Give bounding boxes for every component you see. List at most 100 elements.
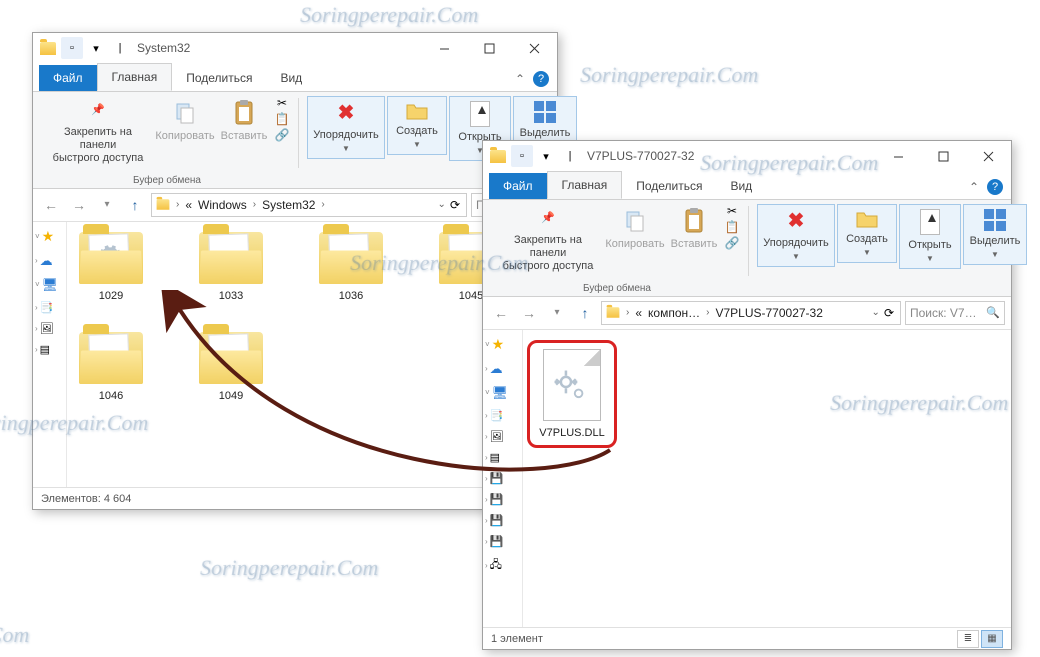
crumb-segment[interactable]: System32 (260, 198, 317, 212)
sidebar-item-thispc[interactable]: ˅🖥 (35, 277, 64, 293)
pin-quickaccess-button[interactable]: 📌 Закрепить на панели быстрого доступа (43, 96, 153, 170)
sidebar-item-network[interactable]: ›🖧 (485, 556, 520, 575)
sidebar-item-quickaccess[interactable]: ˅★ (485, 336, 520, 353)
chevron-right-icon[interactable]: › (704, 307, 711, 318)
tab-file[interactable]: Файл (489, 173, 547, 199)
sidebar-item-quickaccess[interactable]: ˅★ (35, 228, 64, 245)
recent-locations-button[interactable]: ▾ (545, 301, 569, 325)
forward-button[interactable]: → (517, 301, 541, 325)
copy-button[interactable]: Копировать (605, 204, 665, 255)
sidebar-item[interactable]: ›📑 (485, 409, 520, 422)
monitor-icon: 🖥 (42, 277, 59, 293)
view-large-icons-icon[interactable]: ▦ (981, 630, 1003, 648)
dropdown-icon[interactable]: ⌄ (438, 199, 446, 210)
folder-item[interactable]: 1033 (191, 232, 271, 302)
chevron-right-icon[interactable]: › (624, 307, 631, 318)
crumb-segment[interactable]: « (633, 306, 644, 320)
up-button[interactable]: ↑ (573, 301, 597, 325)
chevron-right-icon[interactable]: › (251, 199, 258, 210)
sidebar-item[interactable]: ›🖼 (35, 322, 64, 335)
open-button[interactable]: Открыть▼ (899, 204, 961, 269)
tab-share[interactable]: Поделиться (172, 65, 266, 91)
navigation-pane[interactable]: ˅★ ›☁ ˅🖥 ›📑 ›🖼 ›▤ (33, 222, 67, 487)
sidebar-item-thispc[interactable]: ˅🖥 (485, 385, 520, 401)
crumb-segment[interactable]: Windows (196, 198, 249, 212)
help-icon[interactable]: ? (987, 179, 1003, 195)
sidebar-item[interactable]: ›🖼 (485, 430, 520, 443)
crumb-segment[interactable]: компон… (646, 306, 702, 320)
properties-icon[interactable]: ▫ (511, 145, 533, 167)
folder-item[interactable]: 1046 (71, 332, 151, 402)
back-button[interactable]: ← (39, 193, 63, 217)
view-details-icon[interactable]: ≣ (957, 630, 979, 648)
copy-path-icon[interactable]: 📋 (723, 220, 741, 234)
up-button[interactable]: ↑ (123, 193, 147, 217)
crumb-segment[interactable]: V7PLUS-770027-32 (713, 306, 824, 320)
copy-button[interactable]: Копировать (155, 96, 215, 147)
tab-view[interactable]: Вид (266, 65, 316, 91)
sidebar-item[interactable]: ›💾 (485, 535, 520, 548)
help-icon[interactable]: ? (533, 71, 549, 87)
folder-item[interactable]: 1029 (71, 232, 151, 302)
folder-item[interactable]: 1036 (311, 232, 391, 302)
cut-icon[interactable]: ✂ (273, 96, 291, 110)
paste-shortcut-icon[interactable]: 🔗 (273, 128, 291, 142)
titlebar[interactable]: ▫ ▾ | V7PLUS-770027-32 (483, 141, 1011, 171)
file-item-v7plus-dll[interactable]: V7PLUS.DLL (527, 340, 617, 448)
tab-file[interactable]: Файл (39, 65, 97, 91)
sidebar-item-onedrive[interactable]: ›☁ (35, 253, 64, 269)
sidebar-item[interactable]: ›▤ (35, 343, 64, 356)
sidebar-item[interactable]: ›💾 (485, 493, 520, 506)
new-button[interactable]: Создать▼ (387, 96, 447, 155)
sidebar-item[interactable]: ›▤ (485, 451, 520, 464)
paste-shortcut-icon[interactable]: 🔗 (723, 236, 741, 250)
status-bar: 1 элемент ≣ ▦ (483, 627, 1011, 649)
paste-button[interactable]: Вставить (667, 204, 721, 255)
tab-share[interactable]: Поделиться (622, 173, 716, 199)
minimize-button[interactable] (422, 34, 467, 62)
folder-icon (154, 198, 172, 211)
forward-button[interactable]: → (67, 193, 91, 217)
refresh-icon[interactable]: ⟳ (450, 198, 460, 212)
copy-path-icon[interactable]: 📋 (273, 112, 291, 126)
close-button[interactable] (966, 142, 1011, 170)
tab-home[interactable]: Главная (97, 63, 173, 91)
folder-item[interactable]: 1049 (191, 332, 271, 402)
breadcrumb[interactable]: › « Windows › System32 › ⌄ ⟳ (151, 193, 467, 217)
sidebar-item-onedrive[interactable]: ›☁ (485, 361, 520, 377)
ribbon-collapse-icon[interactable]: ⌃ (969, 180, 979, 194)
titlebar[interactable]: ▫ ▾ | System32 (33, 33, 557, 63)
navigation-pane[interactable]: ˅★ ›☁ ˅🖥 ›📑 ›🖼 ›▤ ›💾 ›💾 ›💾 ›💾 ›🖧 (483, 330, 523, 627)
organize-button[interactable]: ✖ Упорядочить▼ (757, 204, 835, 267)
new-button[interactable]: Создать▼ (837, 204, 897, 263)
chevron-right-icon[interactable]: › (319, 199, 326, 210)
search-input[interactable]: Поиск: V7…🔍 (905, 301, 1005, 325)
pin-quickaccess-button[interactable]: 📌 Закрепить на панели быстрого доступа (493, 204, 603, 278)
crumb-segment[interactable]: « (183, 198, 194, 212)
file-list[interactable]: V7PLUS.DLL (523, 330, 1011, 627)
sidebar-item[interactable]: ›💾 (485, 472, 520, 485)
refresh-icon[interactable]: ⟳ (884, 306, 894, 320)
sidebar-item[interactable]: ›📑 (35, 301, 64, 314)
chevron-right-icon[interactable]: › (174, 199, 181, 210)
breadcrumb[interactable]: › « компон… › V7PLUS-770027-32 ⌄ ⟳ (601, 301, 901, 325)
organize-button[interactable]: ✖ Упорядочить▼ (307, 96, 385, 159)
tab-home[interactable]: Главная (547, 171, 623, 199)
paste-button[interactable]: Вставить (217, 96, 271, 147)
folder-icon (199, 332, 263, 384)
cut-icon[interactable]: ✂ (723, 204, 741, 218)
qat-dropdown-icon[interactable]: ▾ (85, 37, 107, 59)
minimize-button[interactable] (876, 142, 921, 170)
maximize-button[interactable] (467, 34, 512, 62)
tab-view[interactable]: Вид (716, 173, 766, 199)
ribbon-collapse-icon[interactable]: ⌃ (515, 72, 525, 86)
qat-dropdown-icon[interactable]: ▾ (535, 145, 557, 167)
sidebar-item[interactable]: ›💾 (485, 514, 520, 527)
properties-icon[interactable]: ▫ (61, 37, 83, 59)
dropdown-icon[interactable]: ⌄ (872, 307, 880, 318)
close-button[interactable] (512, 34, 557, 62)
recent-locations-button[interactable]: ▾ (95, 193, 119, 217)
maximize-button[interactable] (921, 142, 966, 170)
select-button[interactable]: Выделить▼ (963, 204, 1027, 265)
back-button[interactable]: ← (489, 301, 513, 325)
